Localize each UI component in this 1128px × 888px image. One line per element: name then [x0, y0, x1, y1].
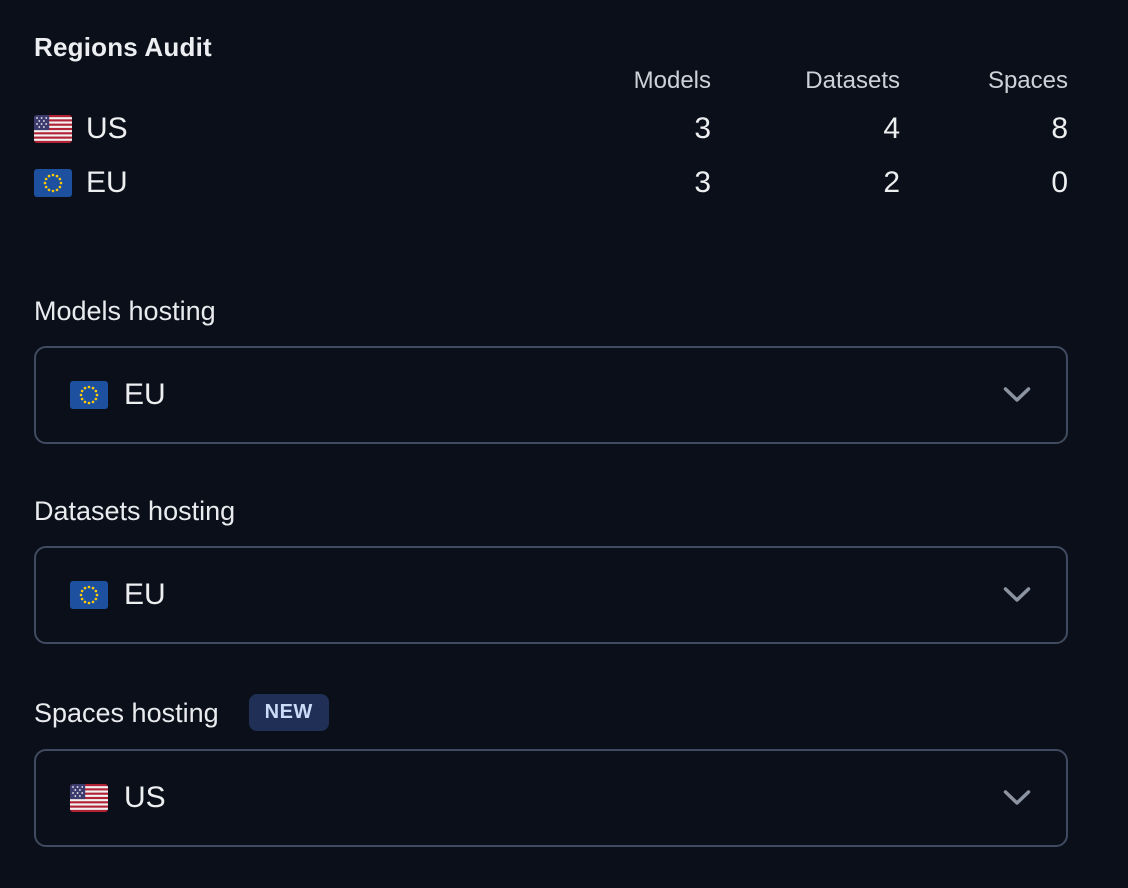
new-badge: NEW	[249, 694, 329, 731]
chevron-down-icon	[1002, 586, 1032, 604]
region-label: US	[86, 112, 128, 146]
region-cell: US	[34, 112, 522, 146]
us-flag-icon	[70, 784, 108, 812]
column-header-models: Models	[522, 65, 711, 96]
region-label: EU	[86, 166, 128, 200]
models-hosting-section: Models hosting EU	[34, 294, 1068, 444]
chevron-down-icon	[1002, 789, 1032, 807]
hosting-sections: Models hosting EU Datasets hosting EU	[34, 294, 1068, 847]
column-header-datasets: Datasets	[711, 65, 900, 96]
spaces-count: 0	[900, 166, 1068, 200]
spaces-hosting-label: Spaces hosting	[34, 696, 219, 730]
models-hosting-label: Models hosting	[34, 294, 216, 328]
chevron-down-icon	[1002, 386, 1032, 404]
datasets-hosting-section: Datasets hosting EU	[34, 494, 1068, 644]
column-header-spaces: Spaces	[900, 65, 1068, 96]
datasets-hosting-value: EU	[124, 578, 166, 612]
datasets-count: 4	[711, 112, 900, 146]
regions-settings-panel: Regions Audit Models Datasets Spaces US …	[0, 0, 1068, 847]
eu-flag-icon	[34, 169, 72, 197]
region-cell: EU	[34, 166, 522, 200]
regions-audit-table: Regions Audit Models Datasets Spaces US …	[34, 30, 1068, 210]
datasets-hosting-select[interactable]: EU	[34, 546, 1068, 644]
models-hosting-value: EU	[124, 378, 166, 412]
spaces-count: 8	[900, 112, 1068, 146]
eu-flag-icon	[70, 581, 108, 609]
spaces-hosting-select[interactable]: US	[34, 749, 1068, 847]
datasets-hosting-label: Datasets hosting	[34, 494, 235, 528]
page-title: Regions Audit	[34, 30, 522, 64]
spaces-hosting-section: Spaces hosting NEW US	[34, 694, 1068, 847]
table-row-eu: EU 3 2 0	[34, 156, 1068, 210]
table-row-us: US 3 4 8	[34, 102, 1068, 156]
datasets-count: 2	[711, 166, 900, 200]
models-hosting-select[interactable]: EU	[34, 346, 1068, 444]
models-count: 3	[522, 166, 711, 200]
audit-table-header: Regions Audit Models Datasets Spaces	[34, 30, 1068, 96]
us-flag-icon	[34, 115, 72, 143]
audit-table-rows: US 3 4 8 EU 3 2 0	[34, 102, 1068, 210]
eu-flag-icon	[70, 381, 108, 409]
spaces-hosting-value: US	[124, 781, 166, 815]
models-count: 3	[522, 112, 711, 146]
